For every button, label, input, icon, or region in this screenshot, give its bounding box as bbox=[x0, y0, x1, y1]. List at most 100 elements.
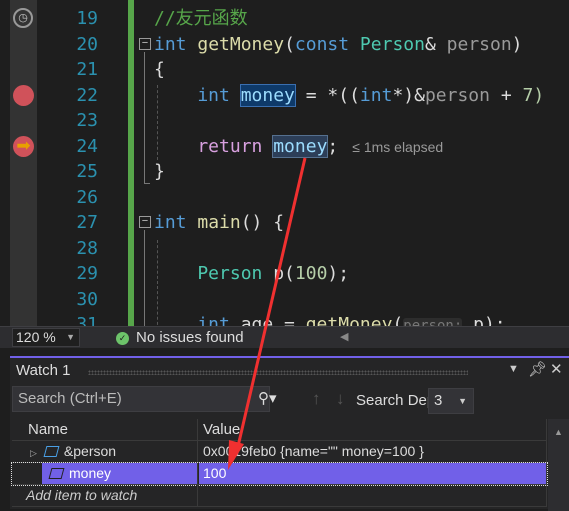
code-token: const bbox=[294, 33, 350, 55]
line-number: 31 bbox=[76, 314, 98, 326]
chevron-down-icon: ▼ bbox=[66, 332, 75, 342]
add-item-placeholder[interactable]: Add item to watch bbox=[12, 485, 198, 506]
code-token: { bbox=[154, 59, 165, 80]
column-header-name[interactable]: Name bbox=[12, 419, 198, 440]
code-token: & bbox=[424, 33, 447, 55]
perf-tip: ≤ 1ms elapsed bbox=[352, 138, 444, 155]
history-clock-icon: ◷ bbox=[13, 8, 33, 28]
watch-row-selected[interactable]: money 100 bbox=[11, 462, 548, 486]
line-number: 19 bbox=[76, 8, 98, 29]
code-line[interactable]: int main() { bbox=[154, 210, 284, 235]
grid-header: Name Value bbox=[12, 419, 547, 441]
code-line[interactable]: int getMoney(const Person& person) bbox=[154, 32, 523, 57]
search-depth-dropdown[interactable]: 3 ▼ bbox=[428, 388, 474, 414]
code-token: ) bbox=[511, 33, 523, 55]
code-token: main bbox=[186, 212, 241, 233]
collapse-icon[interactable]: − bbox=[139, 216, 151, 228]
dropdown-icon[interactable]: ▼ bbox=[508, 363, 519, 375]
code-token: person bbox=[446, 33, 512, 55]
column-header-value[interactable]: Value bbox=[199, 419, 547, 440]
code-token: Person bbox=[349, 33, 425, 55]
line-number: 30 bbox=[76, 288, 98, 310]
code-line[interactable]: Person p(100); bbox=[154, 261, 349, 286]
code-token: getMoney bbox=[305, 314, 393, 326]
expand-icon[interactable]: ▷ bbox=[30, 448, 37, 458]
line-number: 25 bbox=[76, 161, 98, 182]
add-watch-row[interactable]: Add item to watch bbox=[12, 485, 547, 507]
check-circle-icon: ✓ bbox=[116, 332, 129, 345]
line-number: 29 bbox=[76, 263, 98, 284]
collapse-icon[interactable]: − bbox=[139, 38, 151, 50]
inlay-hint: person: bbox=[403, 318, 463, 326]
code-token: p( bbox=[262, 263, 295, 284]
code-token: //友元函数 bbox=[154, 8, 248, 29]
watch-title: Watch 1 bbox=[16, 362, 71, 379]
code-line[interactable]: } bbox=[154, 159, 165, 184]
search-next-icon[interactable]: ↓ bbox=[336, 389, 345, 409]
code-token: person bbox=[424, 84, 490, 106]
code-editor[interactable]: ◷ ➡ 19 20 21 22 23 24 25 26 27 28 29 30 31 − − //友元函… bbox=[0, 0, 569, 326]
search-previous-icon[interactable]: ↑ bbox=[312, 389, 321, 409]
code-token: money bbox=[239, 83, 296, 107]
close-icon[interactable]: ✕ bbox=[550, 360, 563, 378]
line-number: 27 bbox=[76, 212, 98, 233]
issues-text: No issues found bbox=[136, 329, 244, 346]
code-token: int bbox=[154, 84, 230, 106]
editor-status-bar: 120 % ▼ ✓ No issues found ◀ bbox=[0, 326, 569, 348]
panel-grip[interactable] bbox=[88, 370, 468, 375]
code-token: Person bbox=[154, 263, 263, 284]
issues-indicator[interactable]: ✓ No issues found bbox=[116, 328, 244, 347]
code-token: 7) bbox=[522, 84, 545, 106]
code-token: *)& bbox=[392, 84, 425, 106]
breakpoint-icon[interactable] bbox=[13, 85, 34, 106]
code-token: return bbox=[154, 135, 263, 157]
code-token: age = bbox=[229, 314, 306, 326]
code-token: int bbox=[359, 84, 393, 106]
watch-value[interactable]: 100 bbox=[199, 463, 547, 484]
line-number: 26 bbox=[76, 186, 98, 208]
code-token: int bbox=[154, 33, 187, 55]
code-line[interactable]: int money = *((int*)&person + 7) bbox=[154, 83, 544, 108]
search-icon[interactable]: ⚲▾ bbox=[258, 389, 277, 407]
watch-panel: Watch 1 ▼ 📌︎ ✕ Search (Ctrl+E) ⚲▾ ↑ ↓ Se… bbox=[10, 356, 569, 511]
search-input[interactable]: Search (Ctrl+E) bbox=[12, 386, 270, 412]
object-icon bbox=[43, 446, 60, 457]
watch-name: &person bbox=[63, 443, 117, 459]
code-line[interactable]: //友元函数 bbox=[154, 6, 248, 31]
fold-guide bbox=[144, 230, 145, 326]
vertical-scrollbar[interactable]: ▲ bbox=[548, 419, 569, 511]
watch-grid: Name Value ▷ &person 0x0019feb0 {name="" … bbox=[11, 419, 548, 507]
code-token: ; bbox=[327, 135, 339, 157]
glyph-margin[interactable]: ◷ ➡ bbox=[10, 0, 37, 326]
current-statement-arrow-icon: ➡ bbox=[13, 136, 34, 157]
code-token: 100 bbox=[294, 263, 328, 284]
scroll-up-icon[interactable]: ▲ bbox=[554, 427, 563, 437]
zoom-dropdown[interactable]: 120 % ▼ bbox=[12, 328, 80, 347]
code-line[interactable]: return money; ≤ 1ms elapsed bbox=[154, 134, 443, 159]
scroll-left-icon[interactable]: ◀ bbox=[340, 330, 348, 343]
zoom-value: 120 % bbox=[16, 329, 56, 345]
code-line[interactable]: { bbox=[154, 57, 165, 82]
watch-value[interactable]: 0x0019feb0 {name="" money=100 } bbox=[199, 441, 547, 462]
code-token: int bbox=[154, 212, 187, 233]
code-token: getMoney bbox=[186, 33, 285, 55]
pin-icon[interactable]: 📌︎ bbox=[528, 360, 547, 378]
code-line[interactable]: int age = getMoney(person: p); bbox=[154, 312, 506, 326]
code-token: } bbox=[154, 161, 165, 182]
watch-row[interactable]: ▷ &person 0x0019feb0 {name="" money=100 } bbox=[12, 441, 547, 463]
line-number: 23 bbox=[76, 110, 98, 131]
code-token: p); bbox=[462, 314, 506, 326]
code-token: ( bbox=[284, 33, 295, 55]
chevron-down-icon: ▼ bbox=[458, 396, 467, 406]
code-token: ( bbox=[392, 314, 404, 326]
line-number: 21 bbox=[76, 59, 98, 80]
code-token: = *(( bbox=[294, 84, 360, 106]
line-number: 28 bbox=[76, 237, 98, 259]
code-token: () { bbox=[240, 212, 285, 233]
line-number: 20 bbox=[76, 33, 98, 55]
search-depth-value: 3 bbox=[434, 392, 443, 409]
line-number: 22 bbox=[76, 84, 98, 106]
code-token: + bbox=[489, 84, 523, 106]
